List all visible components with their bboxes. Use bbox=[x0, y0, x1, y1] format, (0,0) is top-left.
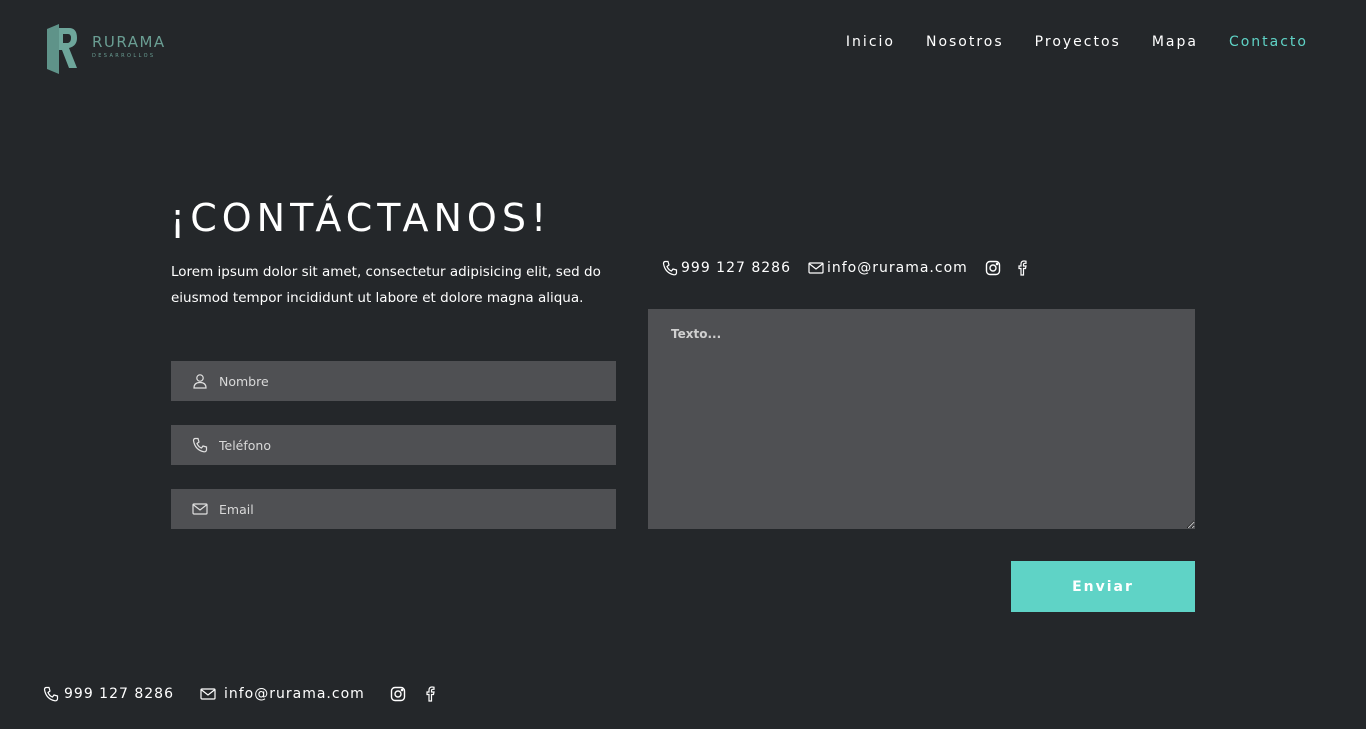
email-input[interactable] bbox=[219, 501, 599, 517]
footer-contact: 999 127 8286 info@rurama.com bbox=[43, 686, 438, 702]
intro-text: Lorem ipsum dolor sit amet, consectetur … bbox=[171, 264, 601, 306]
facebook-icon[interactable] bbox=[1014, 260, 1030, 276]
brand-logo[interactable]: RURAMA DESARROLLOS bbox=[47, 24, 166, 74]
footer-email-text: info@rurama.com bbox=[223, 686, 365, 702]
nav-link-contacto[interactable]: Contacto bbox=[1229, 32, 1308, 52]
instagram-icon[interactable] bbox=[985, 260, 1001, 276]
message-field bbox=[648, 309, 1195, 529]
facebook-icon[interactable] bbox=[422, 686, 438, 702]
phone-icon bbox=[43, 686, 59, 702]
brand-name: RURAMA bbox=[92, 33, 166, 51]
contact-page: RURAMA DESARROLLOS Inicio Nosotros Proye… bbox=[0, 0, 1366, 729]
send-button[interactable]: Enviar bbox=[1011, 561, 1195, 612]
email-field bbox=[171, 489, 616, 529]
contact-info: 999 127 8286 info@rurama.com bbox=[662, 260, 1030, 276]
name-field bbox=[171, 361, 616, 401]
name-input[interactable] bbox=[219, 373, 599, 389]
page-title: ¡CONTÁCTANOS! bbox=[170, 196, 552, 240]
footer-phone[interactable]: 999 127 8286 bbox=[43, 686, 174, 702]
phone-icon bbox=[192, 437, 208, 453]
instagram-icon[interactable] bbox=[390, 686, 406, 702]
message-textarea[interactable] bbox=[648, 309, 1195, 529]
contact-email-text: info@rurama.com bbox=[826, 260, 968, 276]
phone-input[interactable] bbox=[219, 437, 599, 453]
nav-link-proyectos[interactable]: Proyectos bbox=[1035, 32, 1121, 52]
nav-link-inicio[interactable]: Inicio bbox=[846, 32, 895, 52]
contact-phone[interactable]: 999 127 8286 bbox=[662, 260, 791, 276]
mail-icon bbox=[808, 262, 824, 274]
contact-phone-text: 999 127 8286 bbox=[681, 260, 791, 276]
mail-icon bbox=[200, 688, 216, 700]
contact-email[interactable]: info@rurama.com bbox=[808, 260, 968, 276]
nav-link-mapa[interactable]: Mapa bbox=[1152, 32, 1198, 52]
footer-email[interactable]: info@rurama.com bbox=[200, 686, 365, 702]
main-nav: Inicio Nosotros Proyectos Mapa Contacto bbox=[846, 32, 1308, 52]
mail-icon bbox=[192, 503, 208, 515]
nav-link-nosotros[interactable]: Nosotros bbox=[926, 32, 1004, 52]
rurama-logo-mark-icon bbox=[47, 24, 77, 74]
phone-icon bbox=[662, 260, 678, 276]
phone-field bbox=[171, 425, 616, 465]
footer-phone-text: 999 127 8286 bbox=[64, 686, 174, 702]
brand-tagline: DESARROLLOS bbox=[92, 53, 156, 59]
user-icon bbox=[193, 374, 207, 389]
